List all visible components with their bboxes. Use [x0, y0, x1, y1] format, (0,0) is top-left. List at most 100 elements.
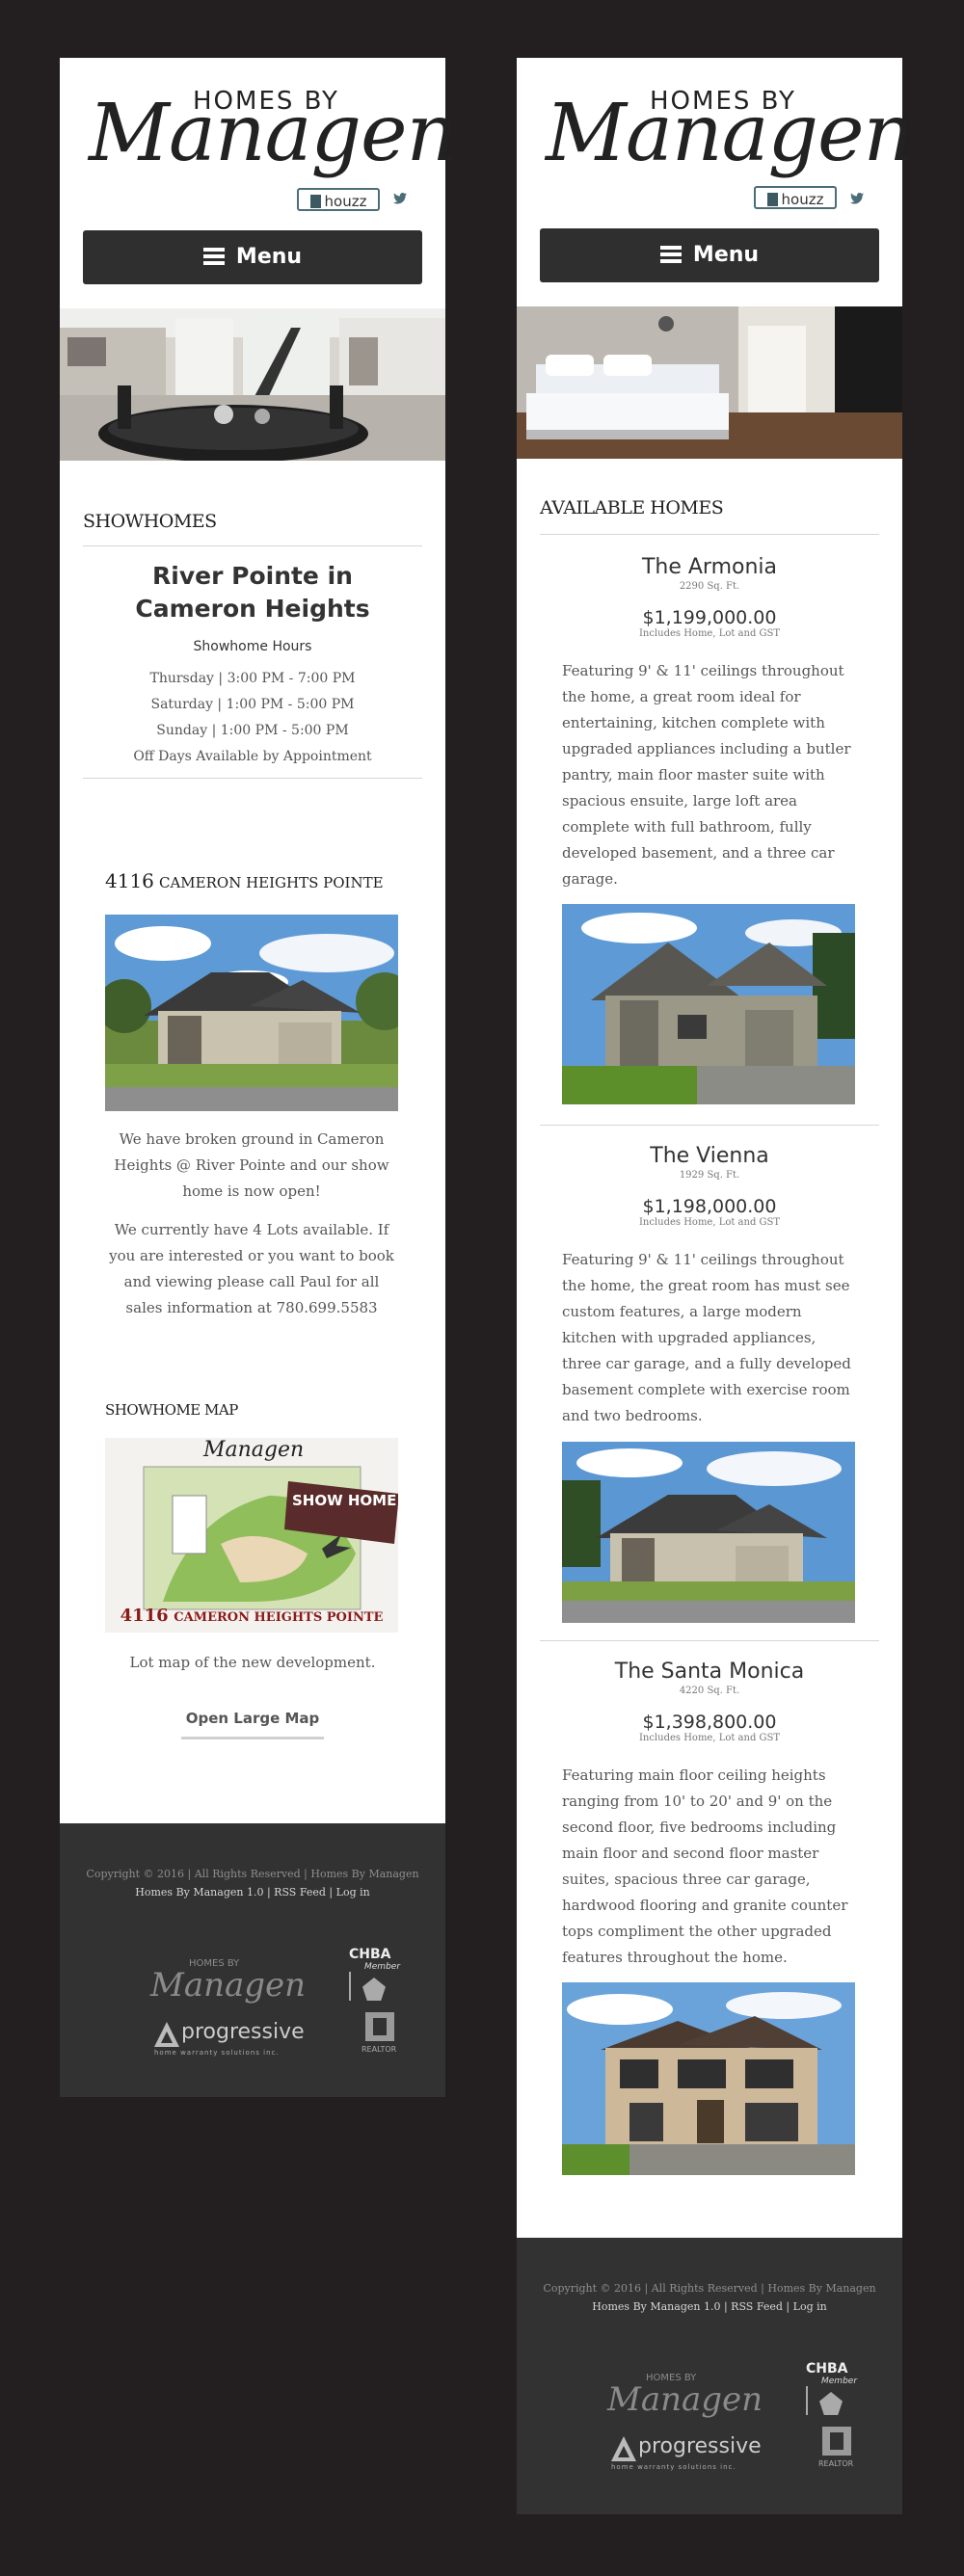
- home-price: $1,199,000.00: [642, 607, 777, 628]
- map-title: SHOWHOME MAP: [105, 1401, 238, 1419]
- footer-link-rss[interactable]: RSS Feed: [274, 1886, 326, 1899]
- footer-link-home[interactable]: Homes By Managen 1.0: [135, 1886, 263, 1899]
- divider: [540, 1125, 879, 1126]
- footer-link-home[interactable]: Homes By Managen 1.0: [592, 2300, 720, 2313]
- home-photo-armonia: [562, 904, 855, 1104]
- realtor-logo: REALTOR: [818, 2427, 853, 2477]
- home-name: The Santa Monica: [614, 1660, 805, 1684]
- houzz-link[interactable]: houzz: [297, 188, 380, 211]
- menu-button[interactable]: Menu: [540, 228, 879, 282]
- footer-links: Homes By Managen 1.0 | RSS Feed | Log in: [517, 2300, 902, 2313]
- home-description: Featuring main floor ceiling heights ran…: [562, 1766, 848, 1966]
- home-name: The Armonia: [641, 555, 778, 579]
- open-large-map-button[interactable]: Open Large Map: [181, 1702, 324, 1739]
- footer-logo: HOMES BY Managen: [150, 1958, 307, 2005]
- location-title: River Pointe in Cameron Heights: [135, 562, 370, 623]
- showhome-photo: [105, 915, 398, 1111]
- showhomes-section: SHOWHOMES River Pointe in Cameron Height…: [60, 511, 445, 779]
- map-caption-number: 4116: [120, 1606, 169, 1626]
- hamburger-icon: [202, 248, 225, 265]
- address-street: CAMERON HEIGHTS POINTE: [159, 874, 384, 891]
- progressive-sub: home warranty solutions inc.: [611, 2463, 736, 2471]
- divider: [540, 534, 879, 535]
- hero-image-kitchen: [60, 308, 445, 461]
- left-phone-view: Managen HOMES BY houzz Menu SHOWHOMES Ri…: [60, 58, 457, 2097]
- home-description: Featuring 9' & 11' ceilings throughout t…: [562, 1251, 851, 1424]
- home-price-note: Includes Home, Lot and GST: [638, 1733, 781, 1743]
- home-price: $1,198,000.00: [642, 1196, 777, 1217]
- footer-links: Homes By Managen 1.0 | RSS Feed | Log in: [60, 1886, 445, 1899]
- divider: [83, 545, 422, 546]
- hamburger-icon: [659, 246, 682, 263]
- intro-paragraph: We have broken ground in Cameron Heights…: [114, 1130, 389, 1200]
- map-logo: Managen: [203, 1438, 305, 1462]
- address-number: 4116: [105, 869, 154, 892]
- progressive-label: progressive: [638, 2434, 762, 2458]
- site-logo[interactable]: Managen HOMES BY: [89, 87, 457, 183]
- footer-logo: HOMES BY Managen: [607, 2373, 763, 2419]
- hours-line: Thursday | 3:00 PM - 7:00 PM: [149, 671, 356, 686]
- map-caption-street: CAMERON HEIGHTS POINTE: [174, 1610, 384, 1625]
- map-banner-text: SHOW HOME OPEN: [292, 1492, 398, 1509]
- footer-copyright: Copyright © 2016 | All Rights Reserved |…: [543, 2282, 876, 2295]
- footer-logo-script: Managen: [150, 1966, 307, 2005]
- home-size: 1929 Sq. Ft.: [679, 1170, 740, 1181]
- site-header: Managen HOMES BY houzz Menu: [60, 58, 457, 308]
- chba-label: CHBA: [349, 1947, 391, 1962]
- lots-paragraph: We currently have 4 Lots available. If y…: [109, 1221, 394, 1316]
- houzz-link[interactable]: houzz: [754, 186, 837, 209]
- showhome-map-image[interactable]: SHOW HOME OPEN Managen 4116 CAMERON HEIG…: [105, 1438, 398, 1633]
- footer-sep: |: [723, 2300, 728, 2313]
- twitter-icon[interactable]: [393, 193, 407, 208]
- twitter-icon[interactable]: [850, 193, 864, 208]
- footer-sep: |: [329, 1886, 334, 1899]
- progressive-label: progressive: [181, 2020, 305, 2044]
- site-footer: Copyright © 2016 | All Rights Reserved |…: [60, 1823, 445, 2097]
- home-card-santa-monica: The Santa Monica 4220 Sq. Ft. $1,398,800…: [517, 1660, 902, 1971]
- hours-list: Thursday | 3:00 PM - 7:00 PM Saturday | …: [60, 666, 445, 770]
- menu-button[interactable]: Menu: [83, 230, 422, 284]
- divider: [540, 1640, 879, 1641]
- menu-label: Menu: [235, 245, 303, 269]
- home-card-vienna: The Vienna 1929 Sq. Ft. $1,198,000.00 In…: [517, 1144, 902, 1429]
- footer-logo-script: Managen: [607, 2380, 763, 2419]
- hours-label: Showhome Hours: [193, 639, 312, 654]
- realtor-label: REALTOR: [362, 2045, 397, 2054]
- realtor-logo: REALTOR: [362, 2012, 396, 2062]
- site-header: Managen HOMES BY houzz Menu: [517, 58, 914, 308]
- chba-label: CHBA: [806, 2361, 848, 2377]
- hours-line: Sunday | 1:00 PM - 5:00 PM: [156, 723, 349, 738]
- houzz-label: houzz: [781, 191, 824, 208]
- footer-sep: |: [266, 1886, 271, 1899]
- home-size: 2290 Sq. Ft.: [679, 581, 740, 592]
- hours-line: Off Days Available by Appointment: [133, 749, 372, 764]
- available-homes-title: AVAILABLE HOMES: [540, 497, 724, 518]
- progressive-logo: progressive home warranty solutions inc.: [609, 2430, 763, 2479]
- showhomes-title: SHOWHOMES: [83, 511, 217, 532]
- home-price-note: Includes Home, Lot and GST: [638, 1217, 781, 1228]
- site-logo[interactable]: Managen HOMES BY: [546, 87, 914, 183]
- hours-line: Saturday | 1:00 PM - 5:00 PM: [150, 697, 355, 712]
- chba-member: Member: [364, 1962, 401, 1972]
- home-size: 4220 Sq. Ft.: [679, 1686, 740, 1696]
- site-footer: Copyright © 2016 | All Rights Reserved |…: [517, 2238, 902, 2514]
- progressive-sub: home warranty solutions inc.: [154, 2049, 280, 2057]
- footer-logo-top: HOMES BY: [189, 1958, 240, 1969]
- footer-link-rss[interactable]: RSS Feed: [731, 2300, 783, 2313]
- map-caption: 4116 CAMERON HEIGHTS POINTE: [105, 1606, 398, 1626]
- address-heading: 4116 CAMERON HEIGHTS POINTE: [105, 869, 445, 892]
- footer-sep: |: [786, 2300, 790, 2313]
- map-caption-text: Lot map of the new development.: [129, 1654, 376, 1671]
- home-photo-vienna: [562, 1442, 855, 1623]
- home-name: The Vienna: [650, 1144, 769, 1168]
- footer-link-login[interactable]: Log in: [336, 1886, 370, 1899]
- footer-link-login[interactable]: Log in: [793, 2300, 827, 2313]
- chba-logo: CHBA Member: [349, 1947, 401, 2005]
- home-price: $1,398,800.00: [642, 1712, 777, 1733]
- houzz-icon: [309, 195, 321, 208]
- address-section: 4116 CAMERON HEIGHTS POINTE: [60, 869, 445, 892]
- progressive-logo: progressive home warranty solutions inc.: [152, 2016, 307, 2064]
- menu-label: Menu: [692, 243, 760, 267]
- chba-member: Member: [821, 2377, 858, 2386]
- logo-top: HOMES BY: [650, 87, 796, 116]
